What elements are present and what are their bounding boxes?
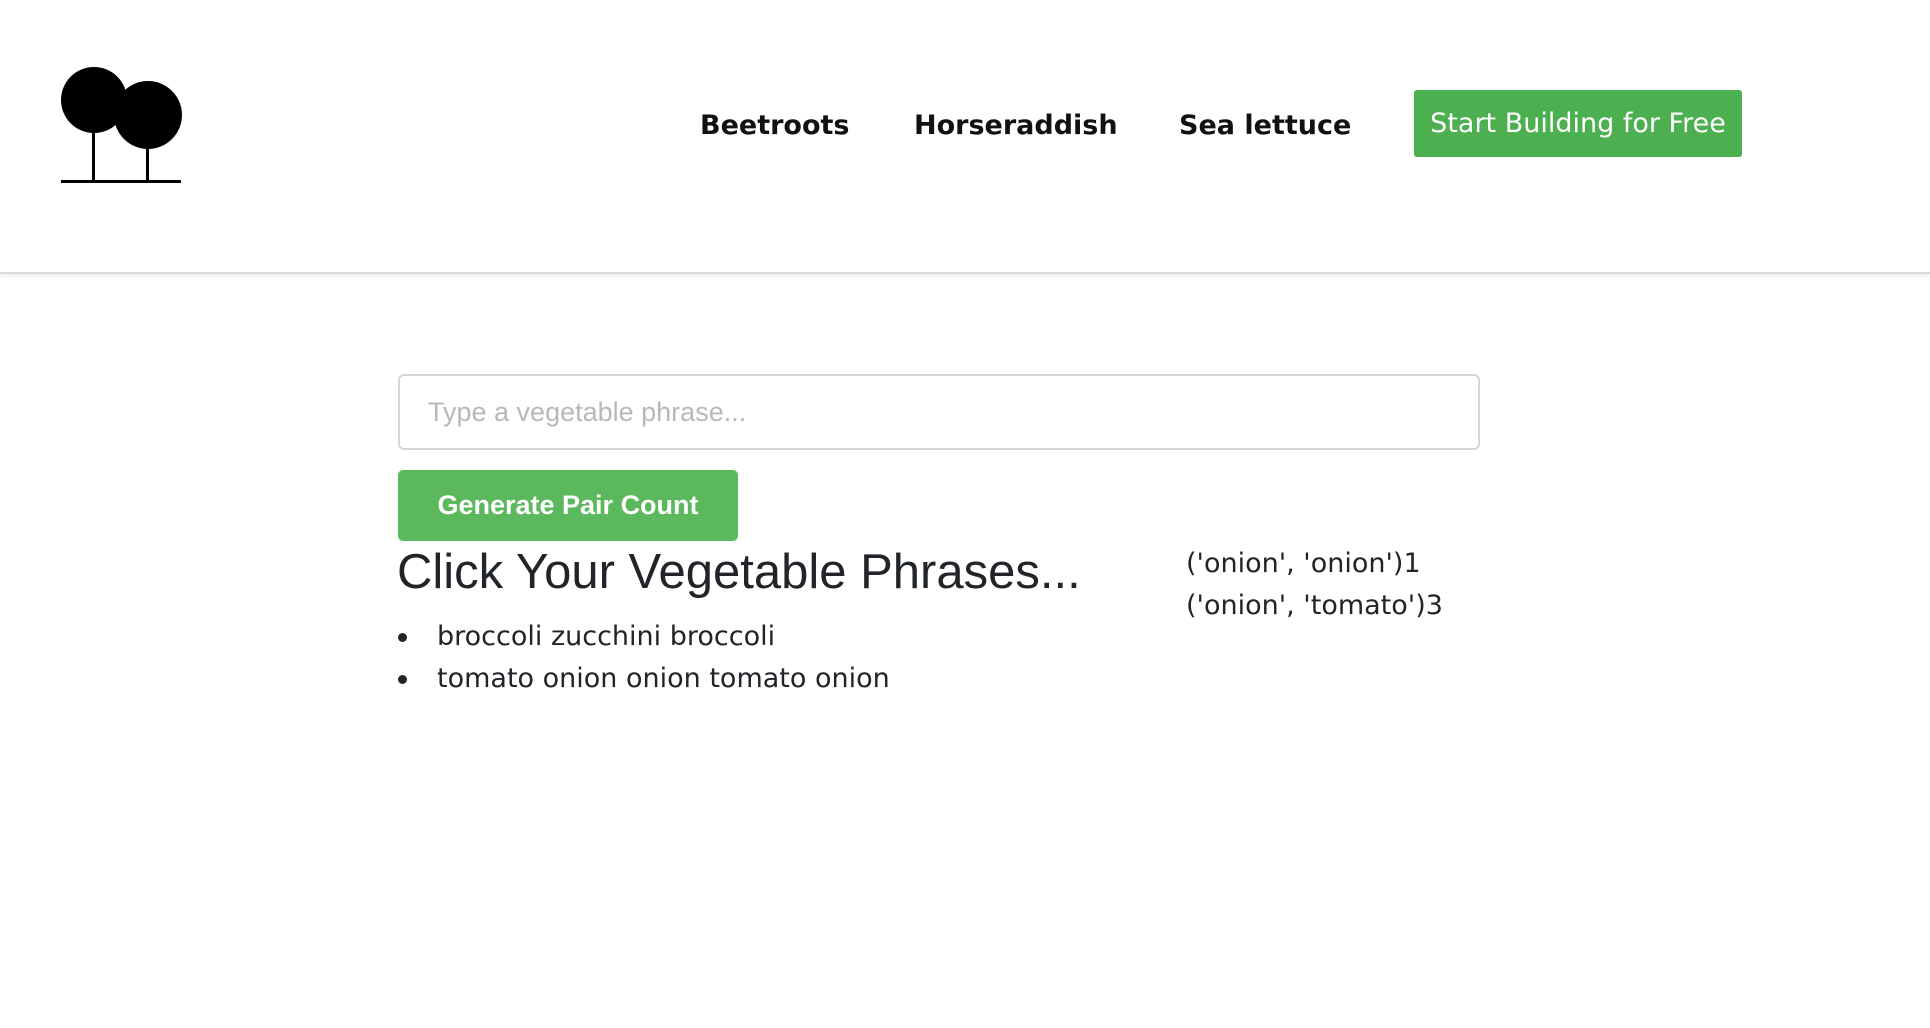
nav-link-beetroots[interactable]: Beetroots [700,108,850,144]
phrase-text: broccoli zucchini broccoli [437,621,776,652]
two-trees-logo-icon[interactable] [61,66,185,184]
bullet-icon [398,675,407,684]
phrase-list: broccoli zucchini broccoli tomato onion … [398,616,890,700]
pair-count: 3 [1425,590,1443,621]
phrases-heading: Click Your Vegetable Phrases... [397,545,1081,599]
pair-count-results: ('onion', 'onion')1 ('onion', 'tomato')3 [1186,543,1443,627]
pair-count-row: ('onion', 'tomato')3 [1186,585,1443,627]
generate-pair-count-button[interactable]: Generate Pair Count [398,470,738,541]
pair-label: ('onion', 'onion') [1186,548,1404,579]
phrase-list-item[interactable]: tomato onion onion tomato onion [398,658,890,700]
pair-count: 1 [1403,548,1421,579]
phrase-text: tomato onion onion tomato onion [437,663,890,694]
site-header: Beetroots Horseraddish Sea lettuce Start… [0,0,1930,274]
vegetable-phrase-input[interactable] [398,374,1480,450]
nav-link-sea-lettuce[interactable]: Sea lettuce [1179,108,1351,144]
bullet-icon [398,633,407,642]
pair-label: ('onion', 'tomato') [1186,590,1426,621]
phrase-list-item[interactable]: broccoli zucchini broccoli [398,616,890,658]
pair-count-row: ('onion', 'onion')1 [1186,543,1443,585]
start-building-button[interactable]: Start Building for Free [1414,90,1742,157]
nav-link-horseraddish[interactable]: Horseraddish [914,108,1118,144]
